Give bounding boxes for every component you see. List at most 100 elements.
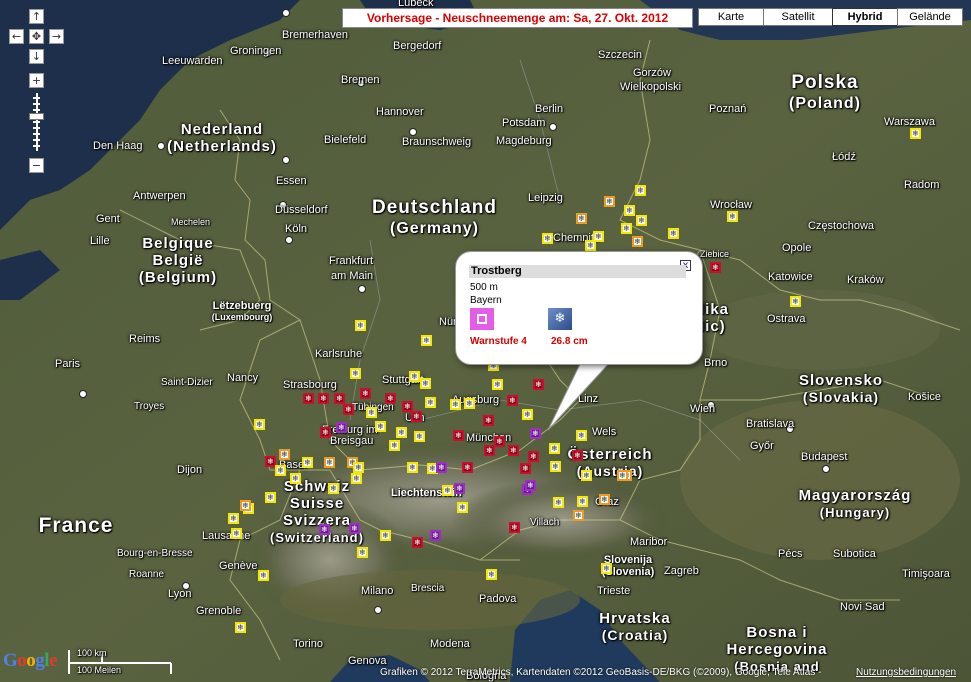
snow-station-marker[interactable]: ❄ [553, 497, 564, 508]
snow-station-marker[interactable]: ❄ [617, 470, 628, 481]
snow-station-marker[interactable]: ❄ [621, 223, 632, 234]
snow-station-marker[interactable]: ❄ [254, 419, 265, 430]
snow-station-marker[interactable]: ❄ [601, 563, 612, 574]
snow-station-marker[interactable]: ❄ [366, 407, 377, 418]
snow-station-marker[interactable]: ❄ [507, 395, 518, 406]
map-type-karte-button[interactable]: Karte [698, 8, 764, 26]
snow-station-marker[interactable]: ❄ [790, 296, 801, 307]
snow-station-marker[interactable]: ❄ [668, 228, 679, 239]
snow-station-marker[interactable]: ❄ [389, 440, 400, 451]
snow-station-marker[interactable]: ❄ [380, 530, 391, 541]
snow-station-marker[interactable]: ❄ [533, 379, 544, 390]
snow-station-marker[interactable]: ❄ [360, 388, 371, 399]
snow-station-marker[interactable]: ❄ [910, 128, 921, 139]
map-type-satellit-button[interactable]: Satellit [763, 8, 833, 26]
snow-station-marker[interactable]: ❄ [231, 528, 242, 539]
snow-station-marker[interactable]: ❄ [636, 215, 647, 226]
snow-station-marker[interactable]: ❄ [483, 415, 494, 426]
snow-station-marker[interactable]: ❄ [528, 451, 539, 462]
snow-station-marker[interactable]: ❄ [710, 262, 721, 273]
snow-station-marker[interactable]: ❄ [542, 233, 553, 244]
snow-station-marker[interactable]: ❄ [336, 422, 347, 433]
snow-station-marker[interactable]: ❄ [604, 196, 615, 207]
snow-station-marker[interactable]: ❄ [549, 443, 560, 454]
zoom-in-button[interactable]: + [29, 73, 44, 88]
snow-station-marker[interactable]: ❄ [412, 537, 423, 548]
snow-station-marker[interactable]: ❄ [599, 494, 610, 505]
snow-station-marker[interactable]: ❄ [409, 371, 420, 382]
snow-station-marker[interactable]: ❄ [635, 185, 646, 196]
snow-station-marker[interactable]: ❄ [318, 393, 329, 404]
snow-station-marker[interactable]: ❄ [522, 409, 533, 420]
snow-station-marker[interactable]: ❄ [334, 393, 345, 404]
snow-station-marker[interactable]: ❄ [632, 236, 643, 247]
snow-station-marker[interactable]: ❄ [396, 427, 407, 438]
pan-left-button[interactable]: ← [9, 29, 24, 44]
snow-station-marker[interactable]: ❄ [414, 431, 425, 442]
snow-station-marker[interactable]: ❄ [525, 480, 536, 491]
snow-station-marker[interactable]: ❄ [453, 430, 464, 441]
snow-station-marker[interactable]: ❄ [436, 462, 447, 473]
snow-station-marker[interactable]: ❄ [576, 430, 587, 441]
snow-station-marker[interactable]: ❄ [585, 240, 596, 251]
snow-station-marker[interactable]: ❄ [328, 483, 339, 494]
zoom-slider-handle[interactable] [29, 113, 44, 120]
snow-station-marker[interactable]: ❄ [550, 461, 561, 472]
snow-station-marker[interactable]: ❄ [492, 379, 503, 390]
snow-station-marker[interactable]: ❄ [509, 522, 520, 533]
snow-station-marker[interactable]: ❄ [581, 470, 592, 481]
snow-station-marker[interactable]: ❄ [265, 492, 276, 503]
snow-station-marker[interactable]: ❄ [442, 485, 453, 496]
snow-station-marker[interactable]: ❄ [520, 463, 531, 474]
snow-station-marker[interactable]: ❄ [411, 411, 422, 422]
snow-station-marker[interactable]: ❄ [464, 398, 475, 409]
snow-station-marker[interactable]: ❄ [275, 465, 286, 476]
snow-station-marker[interactable]: ❄ [530, 428, 541, 439]
terms-of-use-link[interactable]: Nutzungsbedingungen [856, 667, 956, 678]
snow-station-marker[interactable]: ❄ [290, 473, 301, 484]
snow-station-marker[interactable]: ❄ [421, 335, 432, 346]
snow-station-marker[interactable]: ❄ [430, 530, 441, 541]
snow-station-marker[interactable]: ❄ [349, 523, 360, 534]
snow-station-marker[interactable]: ❄ [727, 211, 738, 222]
snow-station-marker[interactable]: ❄ [486, 569, 497, 580]
snow-station-marker[interactable]: ❄ [450, 399, 461, 410]
snow-station-marker[interactable]: ❄ [508, 445, 519, 456]
pan-down-button[interactable]: ↓ [29, 49, 44, 64]
snow-station-marker[interactable]: ❄ [457, 502, 468, 513]
snow-station-marker[interactable]: ❄ [484, 445, 495, 456]
zoom-out-button[interactable]: − [29, 158, 44, 173]
snow-station-marker[interactable]: ❄ [385, 393, 396, 404]
snow-station-marker[interactable]: ❄ [462, 462, 473, 473]
google-logo[interactable]: Google [3, 650, 57, 672]
snow-station-marker[interactable]: ❄ [351, 473, 362, 484]
snow-station-marker[interactable]: ❄ [279, 449, 290, 460]
snow-station-marker[interactable]: ❄ [258, 570, 269, 581]
snow-station-marker[interactable]: ❄ [425, 397, 436, 408]
pan-right-button[interactable]: → [49, 29, 64, 44]
snow-station-marker[interactable]: ❄ [319, 524, 330, 535]
snow-station-marker[interactable]: ❄ [320, 427, 331, 438]
snow-station-marker[interactable]: ❄ [228, 513, 239, 524]
snow-station-marker[interactable]: ❄ [357, 547, 368, 558]
snow-station-marker[interactable]: ❄ [343, 404, 354, 415]
snow-station-marker[interactable]: ❄ [324, 457, 335, 468]
snow-station-marker[interactable]: ❄ [573, 510, 584, 521]
snow-station-marker[interactable]: ❄ [407, 462, 418, 473]
zoom-slider-track[interactable] [33, 93, 40, 151]
snow-station-marker[interactable]: ❄ [350, 368, 361, 379]
snow-station-marker[interactable]: ❄ [494, 436, 505, 447]
snow-station-marker[interactable]: ❄ [624, 205, 635, 216]
snow-station-marker[interactable]: ❄ [375, 421, 386, 432]
map-type-hybrid-button[interactable]: Hybrid [832, 8, 898, 26]
map-type-gelaende-button[interactable]: Gelände [897, 8, 963, 26]
snow-station-marker[interactable]: ❄ [235, 622, 246, 633]
snow-station-marker[interactable]: ❄ [420, 378, 431, 389]
snow-station-marker[interactable]: ❄ [577, 496, 588, 507]
snow-station-marker[interactable]: ❄ [355, 320, 366, 331]
snow-station-marker[interactable]: ❄ [572, 450, 583, 461]
snow-station-marker[interactable]: ❄ [303, 393, 314, 404]
pan-center-button[interactable]: ✥ [29, 29, 44, 44]
pan-up-button[interactable]: ↑ [29, 9, 44, 24]
snow-station-marker[interactable]: ❄ [353, 462, 364, 473]
